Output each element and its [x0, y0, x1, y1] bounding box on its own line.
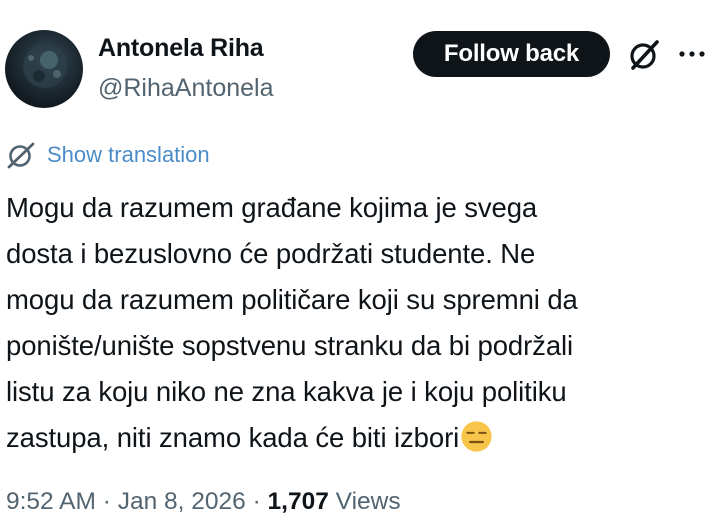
translate-icon: [7, 142, 35, 169]
show-translation-label: Show translation: [47, 142, 210, 167]
post-text-line: Mogu da razumem građane kojima je svega: [6, 192, 538, 223]
post-text-line: mogu da razumem političare koji su sprem…: [6, 284, 578, 315]
meta-separator: ·: [102, 488, 111, 515]
show-translation-link[interactable]: Show translation: [5, 140, 210, 170]
avatar[interactable]: [5, 30, 83, 108]
author-handle[interactable]: @RihaAntonela: [98, 74, 274, 103]
post-text-line: listu za koju niko ne zna kakva je i koj…: [6, 376, 567, 407]
expressionless-face-emoji: [461, 421, 492, 452]
post-card: Antonela Riha @RihaAntonela Follow back …: [0, 0, 713, 528]
more-options-icon[interactable]: [677, 47, 707, 61]
meta-separator: ·: [252, 488, 261, 515]
grok-icon[interactable]: [627, 38, 661, 72]
post-text-line: zastupa, niti znamo kada će biti izbori: [6, 422, 460, 453]
post-text-last-line: zastupa, niti znamo kada će biti izbori: [6, 415, 710, 461]
post-date[interactable]: Jan 8, 2026: [118, 488, 246, 515]
views-label: Views: [335, 488, 401, 515]
follow-back-button[interactable]: Follow back: [413, 31, 610, 77]
author-display-name[interactable]: Antonela Riha: [98, 34, 264, 63]
post-text-line: ponište/unište sopstvenu stranku da bi p…: [6, 330, 574, 361]
post-time[interactable]: 9:52 AM: [6, 488, 96, 515]
avatar-image: [23, 44, 67, 88]
post-meta: 9:52 AM · Jan 8, 2026 · 1,707 Views: [6, 488, 401, 516]
follow-back-label: Follow back: [443, 40, 580, 67]
post-text-line: dosta i bezuslovno će podržati studente.…: [6, 238, 536, 269]
views-count[interactable]: 1,707: [268, 488, 329, 515]
post-text: Mogu da razumem građane kojima je svega …: [6, 185, 710, 461]
